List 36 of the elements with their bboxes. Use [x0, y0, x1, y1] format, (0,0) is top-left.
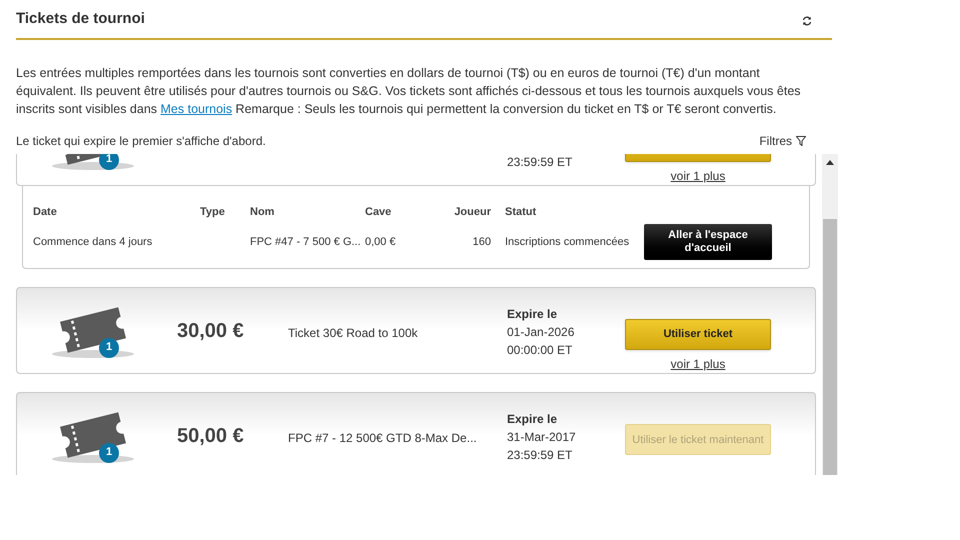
table-cell-text: Commence dans 4 jours: [33, 234, 154, 250]
table-cell-text: 160: [472, 234, 491, 250]
refresh-icon[interactable]: [802, 16, 812, 26]
ticket-amount: 50,00 €: [177, 424, 245, 448]
expiry-label: Expire le: [507, 411, 558, 428]
table-cell-text: Inscriptions commencées: [504, 234, 630, 250]
column-header: Nom: [250, 205, 276, 218]
more-link[interactable]: voir 1 plus: [670, 355, 726, 373]
expiry-time: 00:00:00 ET: [507, 342, 574, 359]
use-ticket-button[interactable]: Utiliser ticket: [625, 319, 771, 350]
table-cell-text: 0,00 €: [365, 234, 397, 250]
section-title: Tickets de tournoi: [16, 8, 145, 29]
filter-icon: [796, 136, 806, 146]
scrollbar-thumb[interactable]: [823, 219, 837, 475]
expiry-time: 23:59:59 ET: [507, 154, 574, 171]
column-header: Date: [33, 205, 58, 218]
filter-button[interactable]: Filtres: [759, 132, 806, 150]
expiry-date: 31-Mar-2017: [507, 429, 577, 446]
intro-paragraph: Les entrées multiples remportées dans les tournois sont converties en dollars de tournoi (T$) ou en euros de tournoi (T€) d'un montant équivalent. Ils peuvent être utilisés pour d'autres tournois ou S&G. Vos tickets sont affichés ci-dessous et tous les tournois auxquels vous êtes inscrits sont visibles dans Mes tournois Remarque : Seuls les tournois qui permettent la conversion du ticket en T$ or T€ seront convertis.: [16, 65, 802, 118]
ticket-amount: 30,00 €: [177, 318, 245, 344]
my-tournaments-link[interactable]: Mes tournois: [160, 102, 232, 116]
expiry-date: 01-Jan-2026: [507, 324, 576, 341]
scroll-up-icon[interactable]: [826, 160, 834, 165]
column-header: Type: [200, 205, 226, 218]
sort-note: Le ticket qui expire le premier s'affiche d'abord.: [16, 133, 266, 150]
scrollbar[interactable]: [822, 154, 838, 475]
ticket-name: Ticket 30€ Road to 100k: [288, 325, 419, 342]
lobby-button[interactable]: Aller à l'espace d'accueil: [644, 224, 772, 260]
expiry-label: Expire le: [507, 306, 558, 323]
column-header: Cave: [365, 205, 392, 218]
ticket-name: FPC #7 - 12 500€ GTD 8-Max De...: [288, 430, 478, 447]
column-header: Joueur: [453, 205, 491, 218]
table-cell-text: FPC #47 - 7 500 € G...: [250, 234, 362, 250]
column-header: Statut: [504, 205, 538, 218]
expiry-time: 23:59:59 ET: [507, 447, 574, 464]
more-link[interactable]: voir 1 plus: [670, 167, 726, 185]
